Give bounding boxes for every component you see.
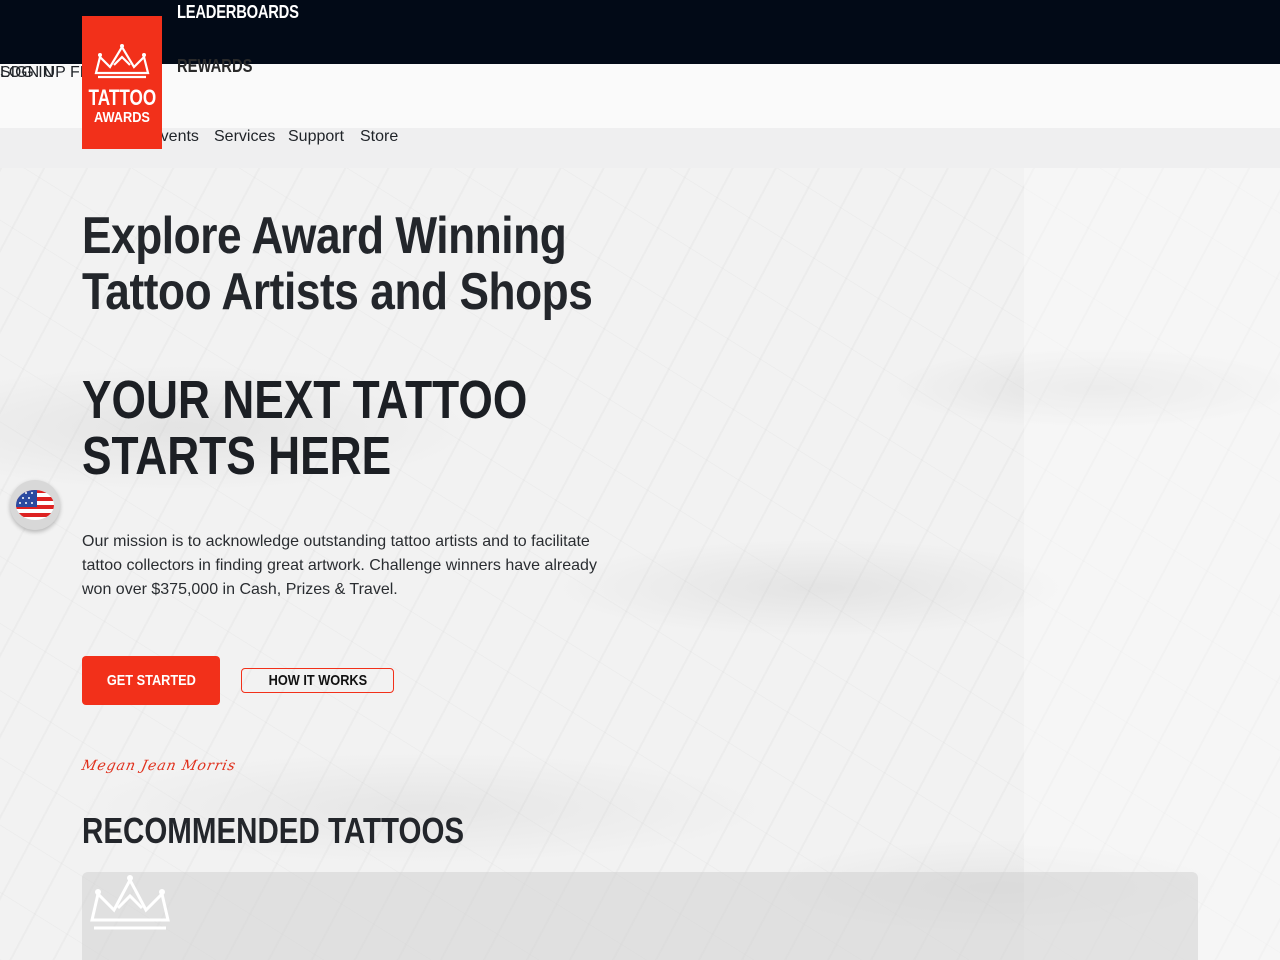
logo-text-tattoo: TATTOO <box>88 85 156 110</box>
get-started-label: GET STARTED <box>106 672 196 689</box>
get-started-button[interactable]: GET STARTED <box>82 656 220 705</box>
top-bar: LEADERBOARDS <box>0 0 1280 64</box>
logo-text-awards: AWARDS <box>94 109 150 126</box>
hero-tagline: YOUR NEXT TATTOO STARTS HERE <box>82 370 528 486</box>
background-panel <box>1024 168 1280 960</box>
site-logo[interactable]: TATTOO AWARDS <box>82 16 162 149</box>
recommended-title: RECOMMENDED TATTOOS <box>82 810 465 851</box>
nav-services[interactable]: Services <box>214 128 275 146</box>
language-selector-icon <box>16 490 54 520</box>
mission-text: Our mission is to acknowledge outstandin… <box>82 533 597 598</box>
crown-icon <box>90 875 170 930</box>
crown-icon <box>94 44 150 79</box>
hero-title: Explore Award Winning Tattoo Artists and… <box>82 207 593 321</box>
signature: Megan Jean Morris <box>80 758 238 774</box>
us-flag-icon[interactable] <box>10 480 60 530</box>
recommended-panel <box>82 872 1198 960</box>
how-it-works-label: HOW IT WORKS <box>268 672 367 689</box>
how-it-works-button[interactable]: HOW IT WORKS <box>241 668 394 693</box>
nav-support[interactable]: Support <box>288 128 344 146</box>
nav-leaderboards[interactable]: LEADERBOARDS <box>177 2 299 23</box>
nav-rewards[interactable]: REWARDS <box>177 56 252 77</box>
login-link[interactable]: LOG IN <box>0 64 54 82</box>
nav-store[interactable]: Store <box>360 128 398 146</box>
